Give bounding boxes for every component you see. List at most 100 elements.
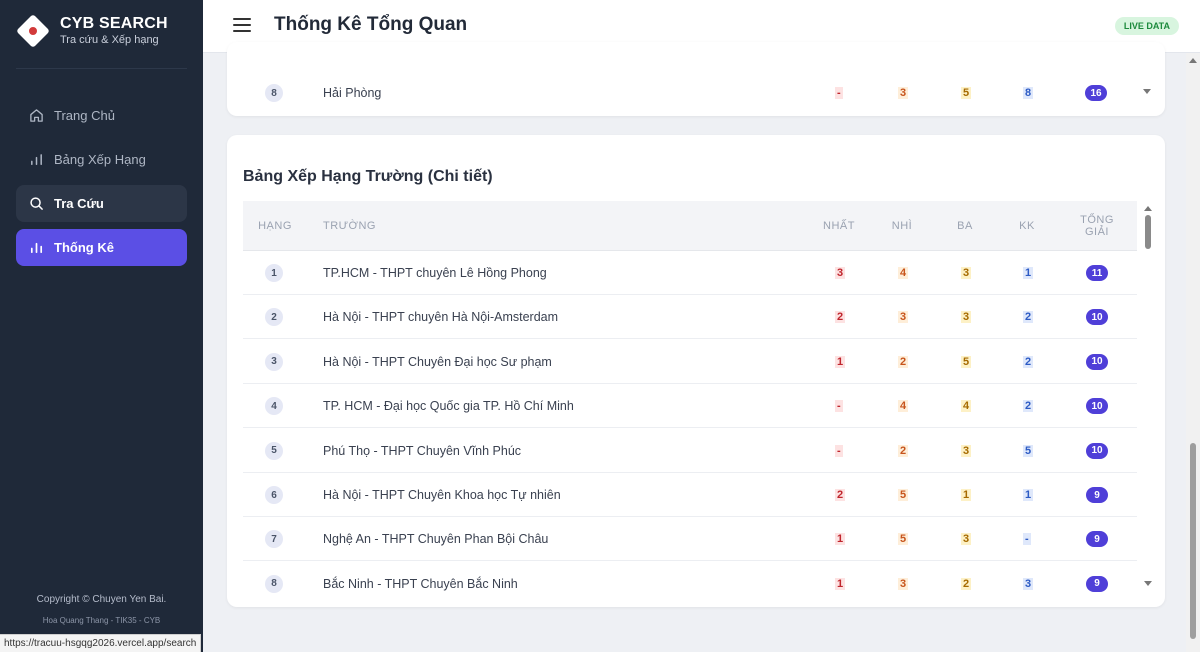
page-scroll-thumb[interactable] [1190, 443, 1196, 639]
scroll-down-arrow[interactable] [1143, 89, 1153, 94]
brand-subtitle: Tra cứu & Xếp hạng [60, 34, 159, 46]
ba-count: 3 [961, 311, 972, 324]
ba-count: 2 [961, 577, 972, 590]
nhat-count: 1 [835, 355, 846, 368]
school-name: Bắc Ninh - THPT Chuyên Bắc Ninh [323, 576, 518, 591]
kk-count: 3 [1023, 577, 1034, 590]
table-header: HẠNG TRƯỜNG NHẤT NHÌ BA KK TỔNG GIẢI [243, 201, 1137, 251]
nhat-count: - [835, 87, 843, 99]
rank-badge: 5 [265, 441, 283, 460]
nhi-count: 3 [898, 577, 909, 590]
status-url: https://tracuu-hsgqg2026.vercel.app/sear… [0, 634, 202, 652]
kk-count: 1 [1023, 267, 1034, 279]
school-name: Hà Nội - THPT Chuyên Khoa học Tự nhiên [323, 488, 561, 502]
header-rank[interactable]: HẠNG [257, 201, 293, 251]
school-name: Hà Nội - THPT Chuyên Đại học Sư phạm [323, 354, 552, 369]
header-nhi[interactable]: NHÌ [884, 201, 920, 251]
nhat-count: - [835, 444, 843, 457]
rank-badge: 6 [265, 486, 283, 504]
live-data-badge: LIVE DATA [1114, 17, 1179, 35]
nhat-count: - [835, 400, 843, 413]
ba-count: 3 [961, 533, 972, 546]
nhi-count: 4 [898, 267, 909, 279]
table-row[interactable]: 3 Hà Nội - THPT Chuyên Đại học Sư phạm 1 2 5… [243, 340, 1137, 384]
header-kk[interactable]: KK [1009, 201, 1045, 251]
menu-icon[interactable] [233, 16, 251, 34]
table-row[interactable]: 8 Hải Phòng - 3 5 8 16 [243, 71, 1137, 115]
credit-text: Hoa Quang Thang - TIK35 - CYB [42, 616, 161, 625]
table-row[interactable]: 2 Hà Nội - THPT chuyên Hà Nội-Amsterdam 2 3… [243, 295, 1137, 340]
nhi-count: 2 [898, 444, 909, 457]
sidebar-item-ranking[interactable]: Bảng Xếp Hạng [16, 141, 187, 178]
page-title: Thống Kê Tổng Quan [274, 14, 468, 35]
ba-count: 5 [961, 355, 972, 368]
table-row[interactable]: 4 TP. HCM - Đại học Quốc gia TP. Hồ Chí M… [243, 384, 1137, 429]
total-badge: 9 [1086, 575, 1108, 592]
total-badge: 10 [1086, 442, 1108, 459]
total-badge: 10 [1086, 353, 1108, 370]
kk-count: 1 [1023, 489, 1034, 501]
sidebar-item-label: Thống Kê [54, 240, 114, 255]
sidebar-item-label: Trang Chủ [54, 108, 115, 123]
kk-count: 2 [1023, 400, 1034, 413]
copyright-text: Copyright © Chuyen Yen Bai. [36, 594, 167, 605]
province-ranking-card: 8 Hải Phòng - 3 5 8 16 [227, 42, 1165, 116]
school-ranking-card: Bảng Xếp Hạng Trường (Chi tiết) HẠNG TRƯ… [227, 135, 1165, 607]
school-table-title: Bảng Xếp Hạng Trường (Chi tiết) [243, 168, 493, 185]
rank-badge: 4 [265, 397, 283, 416]
kk-count: 2 [1023, 311, 1034, 324]
school-name: Phú Thọ - THPT Chuyên Vĩnh Phúc [323, 443, 522, 458]
rank-badge: 7 [265, 530, 283, 549]
kk-count: 5 [1023, 444, 1034, 457]
logo-icon [16, 14, 50, 48]
nhi-count: 5 [898, 489, 909, 501]
sidebar: CYB SEARCH Tra cứu & Xếp hạng Trang Chủ … [0, 0, 203, 652]
table-row[interactable]: 8 Bắc Ninh - THPT Chuyên Bắc Ninh 1 3 2 3 9 [243, 562, 1137, 606]
nhat-count: 2 [835, 489, 846, 501]
table-row[interactable]: 5 Phú Thọ - THPT Chuyên Vĩnh Phúc - 2 3 5 10 [243, 429, 1137, 473]
nhi-count: 3 [898, 311, 909, 324]
sidebar-item-home[interactable]: Trang Chủ [16, 97, 187, 134]
table-row[interactable]: 6 Hà Nội - THPT Chuyên Khoa học Tự nhiên 2… [243, 473, 1137, 517]
header-total[interactable]: TỔNG GIẢI [1075, 201, 1119, 251]
header-ba[interactable]: BA [947, 201, 983, 251]
brand[interactable]: CYB SEARCH Tra cứu & Xếp hạng [16, 14, 168, 48]
scroll-down-arrow[interactable] [1143, 581, 1153, 586]
ba-count: 3 [961, 267, 972, 279]
table-scroll-thumb[interactable] [1145, 215, 1151, 249]
rank-badge: 1 [265, 264, 283, 282]
nhi-count: 4 [898, 400, 909, 413]
kk-count: - [1023, 533, 1031, 546]
page-scroll-up[interactable] [1189, 58, 1197, 63]
school-name: Nghệ An - THPT Chuyên Phan Bội Châu [323, 532, 549, 547]
sidebar-nav: Trang Chủ Bảng Xếp Hạng Tra Cứu Thống Kê [16, 97, 187, 273]
table-row[interactable]: 1 TP.HCM - THPT chuyên Lê Hồng Phong 3 4 3 1 1… [243, 251, 1137, 295]
nhi-count: 5 [898, 533, 909, 546]
table-row[interactable]: 7 Nghệ An - THPT Chuyên Phan Bội Châu 1 5 3 -… [243, 517, 1137, 562]
total-badge: 11 [1086, 265, 1108, 281]
nhat-count: 1 [835, 533, 846, 546]
bar-chart-icon [28, 152, 44, 168]
stats-icon [28, 240, 44, 256]
nhat-count: 2 [835, 311, 846, 324]
nhi-count: 3 [898, 87, 909, 99]
sidebar-item-label: Bảng Xếp Hạng [54, 152, 146, 167]
sidebar-item-label: Tra Cứu [54, 196, 104, 211]
sidebar-item-search[interactable]: Tra Cứu [16, 185, 187, 222]
header-school[interactable]: TRƯỜNG [323, 201, 376, 251]
kk-count: 8 [1023, 87, 1034, 99]
total-badge: 10 [1086, 309, 1108, 326]
sidebar-item-stats[interactable]: Thống Kê [16, 229, 187, 266]
page-scrollbar[interactable] [1186, 53, 1200, 652]
school-name: Hà Nội - THPT chuyên Hà Nội-Amsterdam [323, 310, 559, 325]
brand-title: CYB SEARCH [60, 15, 168, 32]
home-icon [28, 108, 44, 124]
total-badge: 9 [1086, 487, 1108, 503]
ba-count: 3 [961, 444, 972, 457]
header-nhat[interactable]: NHẤT [821, 201, 857, 251]
divider [16, 68, 187, 69]
table-scrollbar[interactable] [1143, 206, 1153, 249]
rank-badge: 2 [265, 308, 283, 327]
rank-badge: 8 [265, 574, 283, 593]
total-badge: 10 [1086, 398, 1108, 415]
